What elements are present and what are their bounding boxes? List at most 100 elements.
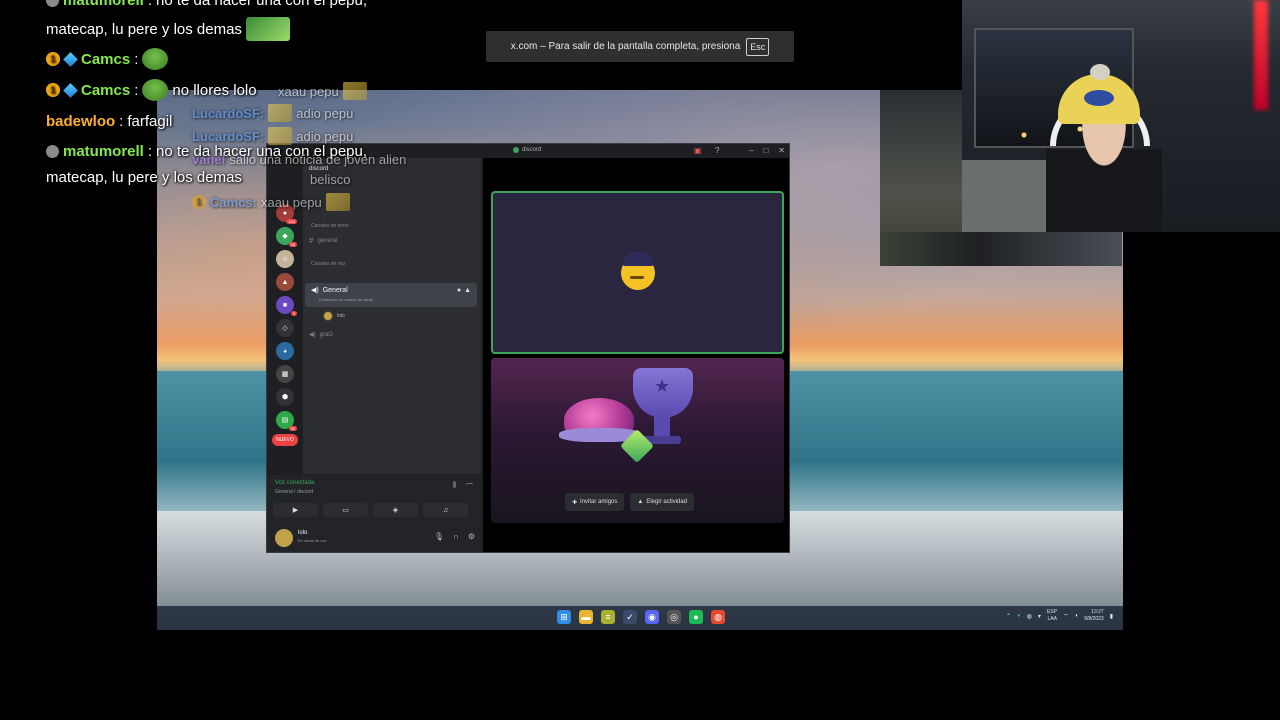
speaker-icon: ◀): [309, 332, 316, 338]
speaker-icon: ◀): [311, 287, 319, 294]
couch: [962, 160, 1052, 232]
participant-tile[interactable]: [491, 191, 784, 354]
invite-friends-button[interactable]: ✚ Invitar amigos: [565, 493, 625, 511]
camera-button[interactable]: ▶: [273, 503, 318, 517]
help-icon[interactable]: ?: [715, 146, 719, 155]
channel-gral2[interactable]: ◀) gral2: [309, 331, 333, 339]
choose-activity-button[interactable]: ▲ Elegir actividad: [630, 493, 695, 511]
chrome-icon[interactable]: ◍: [711, 610, 725, 624]
system-tray: ⌃ ● ◍ ▾ ESP LAA ⌔ ◖ 13:27 8/8/2023 ▮: [1006, 609, 1113, 623]
beanie-pompom: [1090, 64, 1110, 80]
category-voice[interactable]: Canales de voz: [311, 261, 345, 267]
chat-message: badewloo: farfagil: [46, 113, 173, 130]
channel-status[interactable]: Establecer un estado de canal: [319, 297, 373, 302]
screen-share-button[interactable]: ▭: [323, 503, 368, 517]
disconnect-icon[interactable]: ⌒: [466, 482, 473, 492]
emote-icon: [268, 104, 293, 122]
noise-suppression-icon[interactable]: ⫼: [453, 482, 456, 492]
voice-channel-active[interactable]: ◀) General Establecer un estado de canal …: [305, 283, 477, 307]
server-icon[interactable]: ⬢: [276, 388, 294, 406]
soundboard-button[interactable]: ♫: [423, 503, 468, 517]
activity-button[interactable]: ◈: [373, 503, 418, 517]
server-icon[interactable]: ■ 3: [276, 296, 297, 316]
ghost-chat: LucardoSF: adio pepu: [192, 104, 354, 122]
headphones-icon[interactable]: ∩: [453, 532, 459, 541]
ghost-chat: vanel salio una noticia de joven alien: [192, 152, 407, 167]
voice-member[interactable]: lolo: [323, 311, 345, 321]
ghost-chat: LucardoSF: adio pepu: [192, 127, 354, 145]
chat-message: 1 Camcs: no llores lolo: [46, 79, 257, 101]
server-icon[interactable]: ▤ 30: [276, 411, 297, 431]
taskbar-clock[interactable]: 13:27 8/8/2023: [1084, 609, 1103, 623]
user-panel: lolo En canal de voz 🎙 ∩ ⚙: [267, 522, 481, 552]
stream-chat-overlay: matumorell: no te da hacer una con el pe…: [0, 0, 480, 260]
mention-badge: 30: [288, 426, 297, 431]
voice-controls: ⫼ ⌒: [453, 482, 473, 492]
add-user-icon: ✚: [572, 499, 578, 506]
cube-badge-icon: [63, 51, 78, 67]
notes-app-icon[interactable]: ≡: [601, 610, 615, 624]
taskbar-icons: ⊞ ▬ ≡ ✓ ◉ ◎ ● ◍: [557, 610, 725, 624]
chat-username: Camcs: [81, 50, 131, 68]
user-status: En canal de voz: [298, 538, 327, 543]
chat-message: 1 Camcs:: [46, 48, 169, 70]
wifi-icon[interactable]: ⌔: [1063, 612, 1069, 620]
discord-logo-icon: [513, 147, 519, 153]
activity-buttons: ✚ Invitar amigos ▲ Elegir actividad: [565, 493, 695, 511]
obs-icon[interactable]: ◎: [667, 610, 681, 624]
chat-text: no te da hacer una con el pepu,: [156, 0, 368, 9]
tray-app-icon[interactable]: ●: [1017, 613, 1021, 619]
maximize-button[interactable]: □: [763, 146, 768, 155]
windows-start-icon[interactable]: ⊞: [557, 610, 571, 624]
chat-message: matumorell: no te da hacer una con el pe…: [46, 0, 367, 9]
chat-text: matecap, lu pere y los demas: [46, 169, 242, 186]
steam-icon[interactable]: ✓: [623, 610, 637, 624]
trophy-stem: [654, 416, 670, 438]
discord-taskbar-icon[interactable]: ◉: [645, 610, 659, 624]
server-icon[interactable]: ◕: [276, 342, 294, 360]
server-icon[interactable]: ▲: [276, 273, 294, 291]
voice-status[interactable]: Voz conectada: [275, 480, 314, 486]
spotify-icon[interactable]: ●: [689, 610, 703, 624]
mention-badge: 3: [290, 311, 297, 316]
chat-text: matecap, lu pere y los demas: [46, 20, 242, 38]
voice-action-buttons: ▶ ▭ ◈ ♫: [273, 503, 468, 517]
mic-icon[interactable]: 🎙: [434, 532, 444, 541]
close-button[interactable]: ✕: [778, 146, 785, 155]
participant-avatar: [620, 251, 655, 290]
ghost-chat: belisco: [310, 172, 351, 187]
minimize-button[interactable]: –: [749, 146, 753, 155]
neon-light: [1254, 0, 1268, 110]
webcam-lower: [880, 232, 1122, 266]
avatar: [323, 311, 333, 321]
file-explorer-icon[interactable]: ▬: [579, 610, 593, 624]
channel-icons: ● ▲: [457, 287, 471, 294]
user-controls: 🎙 ∩ ⚙: [434, 532, 475, 541]
tray-chevron-icon[interactable]: ⌃: [1006, 613, 1011, 620]
new-badge[interactable]: NUEVO: [272, 434, 298, 446]
notification-icon[interactable]: ▮: [1110, 613, 1113, 620]
server-icon[interactable]: ▦: [276, 365, 294, 383]
user-avatar[interactable]: [275, 529, 293, 547]
settings-gear-icon[interactable]: ⚙: [468, 532, 475, 541]
inbox-icon[interactable]: ▣: [694, 146, 702, 155]
username: lolo: [298, 530, 308, 536]
toast-text: x.com – Para salir de la pantalla comple…: [510, 41, 741, 52]
tray-app-icon-3[interactable]: ▾: [1038, 613, 1041, 620]
sub-badge-icon: 1: [46, 83, 60, 97]
server-icon[interactable]: ◇: [276, 319, 294, 337]
ghost-chat: 1 Camcs: xaau pepu: [192, 193, 350, 211]
chat-icon[interactable]: ●: [457, 287, 461, 294]
volume-icon[interactable]: ◖: [1075, 613, 1079, 619]
fullscreen-toast: x.com – Para salir de la pantalla comple…: [486, 31, 794, 62]
tray-app-icon-2[interactable]: ◍: [1027, 613, 1032, 620]
voice-channel-name: ◀) General: [311, 286, 348, 295]
sub-badge-icon: 1: [46, 52, 60, 66]
invite-icon[interactable]: ▲: [464, 287, 471, 294]
chat-username: matumorell: [63, 0, 144, 9]
chat-text: farfagil: [127, 113, 173, 130]
language-indicator[interactable]: ESP LAA: [1047, 609, 1057, 623]
titlebar-app: discord: [513, 147, 541, 153]
frog-emote-icon: [142, 79, 169, 101]
emote-icon: [268, 127, 293, 145]
